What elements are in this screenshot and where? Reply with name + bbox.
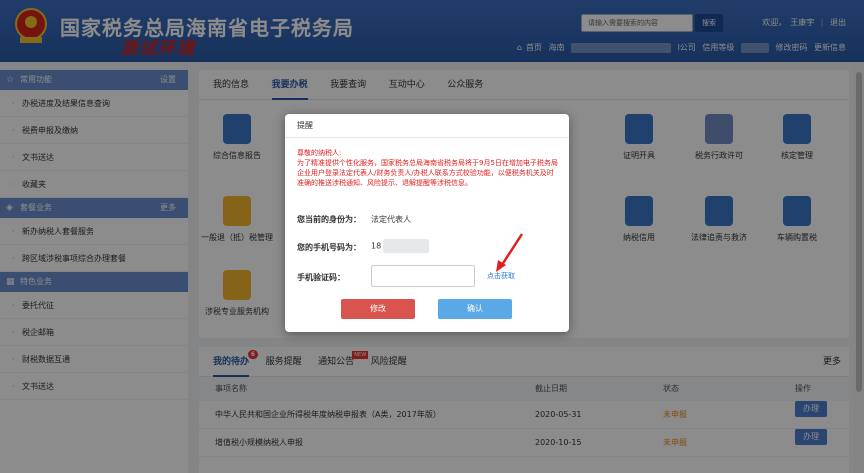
phone-value: 18 <box>371 239 430 253</box>
dialog-title: 提醒 <box>285 114 569 138</box>
redacted-phone <box>383 239 430 253</box>
red-arrow-icon <box>496 233 524 272</box>
reminder-dialog: 提醒 尊敬的纳税人: 为了精准提供个性化服务，国家税务总局海南省税务局将于9月5… <box>285 114 569 332</box>
identity-label: 您当前的身份为： <box>297 215 361 224</box>
code-label: 手机验证码： <box>297 273 345 282</box>
phone-label: 您的手机号码为： <box>297 243 361 252</box>
verification-code-input[interactable] <box>371 265 475 287</box>
modify-button[interactable]: 修改 <box>341 299 415 319</box>
notice-text: 尊敬的纳税人: 为了精准提供个性化服务，国家税务总局海南省税务局将于9月5日在增… <box>297 149 558 187</box>
confirm-button[interactable]: 确认 <box>438 299 512 319</box>
identity-value: 法定代表人 <box>371 215 411 224</box>
get-code-link[interactable]: 点击获取 <box>487 271 515 281</box>
